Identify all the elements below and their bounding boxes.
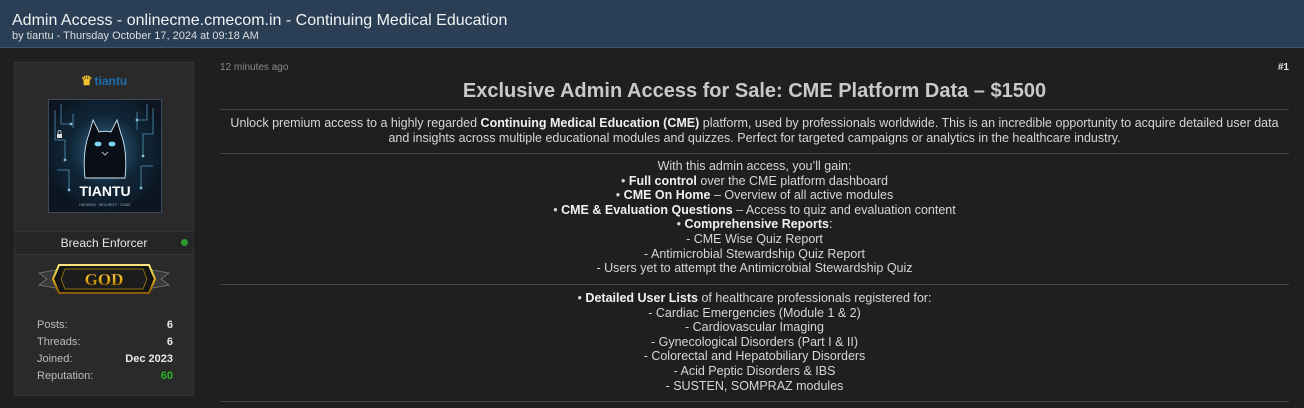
username-row[interactable]: ♛ tiantu <box>15 73 193 89</box>
stat-reputation: Reputation: 60 <box>37 370 173 387</box>
stat-posts: Posts: 6 <box>37 319 173 336</box>
list-item: - Gynecological Disorders (Part I & II) <box>650 334 858 349</box>
divider <box>220 109 1289 110</box>
list-item: - SUSTEN, SOMPRAZ modules <box>665 378 844 393</box>
divider <box>220 153 1289 154</box>
online-status-icon <box>181 239 188 246</box>
list-item: - Cardiac Emergencies (Module 1 & 2) <box>648 305 861 320</box>
stat-label: Reputation: <box>37 370 94 382</box>
features-lead: With this admin access, you’ll gain: <box>657 159 852 173</box>
stat-label: Threads: <box>37 336 81 348</box>
stat-value: 6 <box>166 336 173 348</box>
divider <box>220 401 1289 402</box>
user-lists: • Detailed User Lists of healthcare prof… <box>220 291 1289 393</box>
stat-label: Joined: <box>37 353 73 365</box>
post-number-link[interactable]: #1 <box>1278 62 1289 73</box>
post: 12 minutes ago #1 Exclusive Admin Access… <box>220 62 1289 402</box>
user-stats: Posts: 6 Threads: 6 Joined: Dec 2023 Rep… <box>37 319 173 387</box>
sub-list-item: - Antimicrobial Stewardship Quiz Report <box>644 246 865 261</box>
role-bar: Breach Enforcer <box>15 231 193 255</box>
intro-line-2: and insights across multiple educational… <box>388 130 1121 145</box>
avatar-image: TIANTU HACKING · SECURITY · CODE <box>49 100 161 212</box>
list-item: • CME On Home – Overview of all active m… <box>615 188 894 203</box>
list-item: • CME & Evaluation Questions – Access to… <box>553 202 956 217</box>
stat-joined: Joined: Dec 2023 <box>37 353 173 370</box>
rank-badge-text: GOD <box>85 270 124 289</box>
username[interactable]: tiantu <box>94 74 127 88</box>
thread-meta: by tiantu - Thursday October 17, 2024 at… <box>12 30 259 42</box>
user-panel: ♛ tiantu TIANTU HACKING · SECURITY · COD… <box>14 62 194 396</box>
post-time: 12 minutes ago <box>220 62 289 73</box>
post-heading: Exclusive Admin Access for Sale: CME Pla… <box>462 80 1047 102</box>
rank-badge: GOD <box>37 259 171 299</box>
sub-list-item: - CME Wise Quiz Report <box>686 231 823 246</box>
crown-icon: ♛ <box>80 73 93 88</box>
list-item: • Comprehensive Reports: <box>676 217 833 232</box>
features-list: With this admin access, you’ll gain: • F… <box>220 159 1289 276</box>
list-item: - Cardiovascular Imaging <box>685 320 824 335</box>
stat-value: Dec 2023 <box>125 353 173 365</box>
stat-value[interactable]: 60 <box>161 370 173 382</box>
thread-header: Admin Access - onlinecme.cmecom.in - Con… <box>0 0 1304 48</box>
list-item: - Colorectal and Hepatobiliary Disorders <box>643 349 866 364</box>
thread-title[interactable]: Admin Access - onlinecme.cmecom.in - Con… <box>12 12 507 30</box>
avatar-subtext: HACKING · SECURITY · CODE <box>79 203 131 207</box>
divider <box>220 284 1289 285</box>
sub-list-item: - Users yet to attempt the Antimicrobial… <box>596 261 913 276</box>
avatar-text: TIANTU <box>79 183 130 199</box>
stat-label: Posts: <box>37 319 68 331</box>
post-intro: Unlock premium access to a highly regard… <box>220 116 1289 145</box>
stat-threads: Threads: 6 <box>37 336 173 353</box>
list-item: • Full control over the CME platform das… <box>620 173 888 188</box>
user-lists-lead: • Detailed User Lists of healthcare prof… <box>577 291 932 305</box>
avatar[interactable]: TIANTU HACKING · SECURITY · CODE <box>48 99 162 213</box>
intro-line-1: Unlock premium access to a highly regard… <box>230 116 1279 130</box>
list-item: - Acid Peptic Disorders & IBS <box>673 363 836 378</box>
user-role: Breach Enforcer <box>60 236 148 250</box>
stat-value: 6 <box>166 319 173 331</box>
